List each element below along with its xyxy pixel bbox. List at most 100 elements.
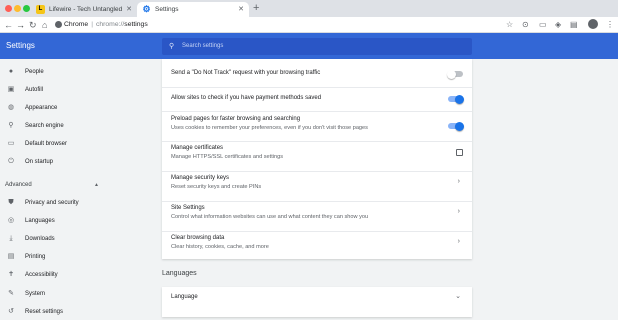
extension-icon[interactable]: ⊙ [522, 20, 529, 30]
address-app-label: Chrome [64, 21, 89, 28]
extension-icon[interactable]: ▤ [570, 20, 578, 30]
shield-icon: ⛊ [8, 199, 14, 206]
search-icon: ⚲ [169, 43, 175, 50]
sidebar-item-label: Downloads [25, 236, 55, 242]
sidebar-item-people[interactable]: ● People [0, 64, 150, 80]
sidebar-item-autofill[interactable]: ▣ Autofill [0, 82, 150, 98]
languages-section-title: Languages [162, 270, 197, 277]
setting-row-manage-security-keys[interactable]: Manage security keys Reset security keys… [162, 171, 472, 201]
setting-row-clear-browsing-data[interactable]: Clear browsing data Clear history, cooki… [162, 231, 472, 259]
setting-row-do-not-track[interactable]: Send a "Do Not Track" request with your … [162, 59, 472, 87]
chevron-right-icon: › [457, 238, 460, 245]
setting-row-preload-pages[interactable]: Preload pages for faster browsing and se… [162, 111, 472, 141]
setting-row-payment-methods[interactable]: Allow sites to check if you have payment… [162, 87, 472, 111]
download-icon: ⤓ [9, 235, 13, 242]
search-icon: ⚲ [8, 122, 14, 129]
setting-label: Site Settings [171, 205, 205, 211]
sidebar-item-label: On startup [25, 159, 54, 165]
setting-row-manage-certificates[interactable]: Manage certificates Manage HTTPS/SSL cer… [162, 141, 472, 171]
wrench-icon: ✎ [8, 290, 14, 297]
sidebar-item-appearance[interactable]: ◍ Appearance [0, 100, 150, 116]
person-icon: ● [8, 68, 14, 75]
chevron-right-icon: › [457, 208, 460, 215]
sidebar-item-reset-settings[interactable]: ↺ Reset settings [0, 304, 150, 320]
language-label: Language [171, 294, 198, 300]
autofill-icon: ▣ [7, 86, 15, 93]
privacy-settings-card: Send a "Do Not Track" request with your … [162, 59, 472, 259]
sidebar-item-label: Search engine [25, 123, 64, 129]
setting-description: Manage HTTPS/SSL certificates and settin… [171, 154, 284, 160]
address-separator: | [91, 21, 93, 28]
tab-settings[interactable]: ⚙ Settings ✕ [137, 2, 249, 17]
palette-icon: ◍ [7, 104, 15, 111]
sidebar-item-label: Accessibility [25, 272, 58, 278]
sidebar-item-label: People [25, 69, 44, 75]
tab-lifewire[interactable]: L Lifewire - Tech Untangled ✕ [31, 2, 137, 17]
sidebar-item-search-engine[interactable]: ⚲ Search engine [0, 118, 150, 134]
lifewire-favicon-icon: L [36, 5, 45, 14]
sidebar-item-label: Autofill [25, 87, 44, 93]
chevron-right-icon: › [457, 178, 460, 185]
sidebar-item-label: Languages [25, 218, 55, 224]
external-link-icon[interactable] [456, 149, 463, 156]
page-title: Settings [6, 41, 35, 50]
do-not-track-toggle[interactable] [447, 69, 463, 79]
address-bar[interactable]: Chrome | chrome://settings [54, 18, 498, 32]
sidebar-item-system[interactable]: ✎ System [0, 286, 150, 302]
sidebar-item-label: Printing [25, 254, 46, 260]
tab-label: Settings [155, 6, 179, 13]
menu-kebab-icon[interactable]: ⋮ [606, 20, 614, 30]
browser-icon: ▭ [7, 140, 15, 147]
sidebar-item-label: Appearance [25, 105, 58, 111]
site-info-icon[interactable] [55, 21, 62, 28]
payment-methods-toggle[interactable] [448, 94, 464, 104]
profile-avatar[interactable] [588, 19, 598, 29]
reset-icon: ↺ [8, 308, 14, 315]
setting-label: Manage security keys [171, 175, 230, 181]
close-tab-icon[interactable]: ✕ [126, 2, 132, 17]
browser-toolbar: ← → ↻ ⌂ Chrome | chrome://settings ☆ ⊙ ▭ ◈… [0, 17, 618, 33]
setting-description: Clear history, cookies, cache, and more [171, 244, 269, 250]
forward-icon[interactable]: → [16, 19, 25, 31]
chevron-down-icon[interactable]: ⌄ [455, 292, 461, 300]
maximize-window-button[interactable] [23, 5, 30, 12]
home-icon[interactable]: ⌂ [42, 19, 47, 31]
sidebar-item-accessibility[interactable]: ✝ Accessibility [0, 267, 150, 283]
close-window-button[interactable] [5, 5, 12, 12]
power-icon: ⏻ [8, 158, 14, 165]
search-input[interactable]: ⚲ Search settings [162, 38, 472, 55]
reload-icon[interactable]: ↻ [29, 19, 37, 31]
close-tab-icon[interactable]: ✕ [238, 2, 244, 17]
setting-label: Send a "Do Not Track" request with your … [171, 70, 321, 76]
extension-icon[interactable]: ◈ [555, 20, 561, 30]
sidebar-item-languages[interactable]: ◎ Languages [0, 213, 150, 229]
sidebar-item-printing[interactable]: ▤ Printing [0, 249, 150, 265]
setting-description: Control what information websites can us… [171, 214, 369, 220]
bookmark-star-icon[interactable]: ☆ [506, 20, 513, 30]
sidebar-item-label: System [25, 291, 46, 297]
tab-strip: L Lifewire - Tech Untangled ✕ ⚙ Settings… [0, 0, 618, 17]
accessibility-icon: ✝ [8, 271, 14, 278]
advanced-label: Advanced [5, 182, 32, 188]
preload-pages-toggle[interactable] [448, 121, 464, 131]
search-placeholder: Search settings [182, 43, 224, 49]
sidebar-item-label: Reset settings [25, 309, 64, 315]
new-tab-button[interactable]: + [253, 1, 259, 16]
back-icon[interactable]: ← [4, 19, 13, 31]
globe-icon: ◎ [7, 217, 15, 224]
setting-row-site-settings[interactable]: Site Settings Control what information w… [162, 201, 472, 231]
sidebar-item-label: Default browser [25, 141, 68, 147]
language-row[interactable]: Language ⌄ [162, 287, 472, 317]
sidebar-item-downloads[interactable]: ⤓ Downloads [0, 231, 150, 247]
setting-description: Uses cookies to remember your preference… [171, 125, 368, 131]
cast-icon[interactable]: ▭ [539, 20, 547, 30]
setting-label: Clear browsing data [171, 235, 225, 241]
sidebar-item-default-browser[interactable]: ▭ Default browser [0, 136, 150, 152]
advanced-toggle[interactable]: Advanced ▲ [5, 180, 105, 190]
sidebar-item-privacy[interactable]: ⛊ Privacy and security [0, 195, 150, 211]
sidebar-item-on-startup[interactable]: ⏻ On startup [0, 154, 150, 170]
chevron-up-icon: ▲ [94, 182, 99, 188]
minimize-window-button[interactable] [14, 5, 21, 12]
tab-label: Lifewire - Tech Untangled [49, 6, 123, 13]
printer-icon: ▤ [7, 253, 15, 260]
